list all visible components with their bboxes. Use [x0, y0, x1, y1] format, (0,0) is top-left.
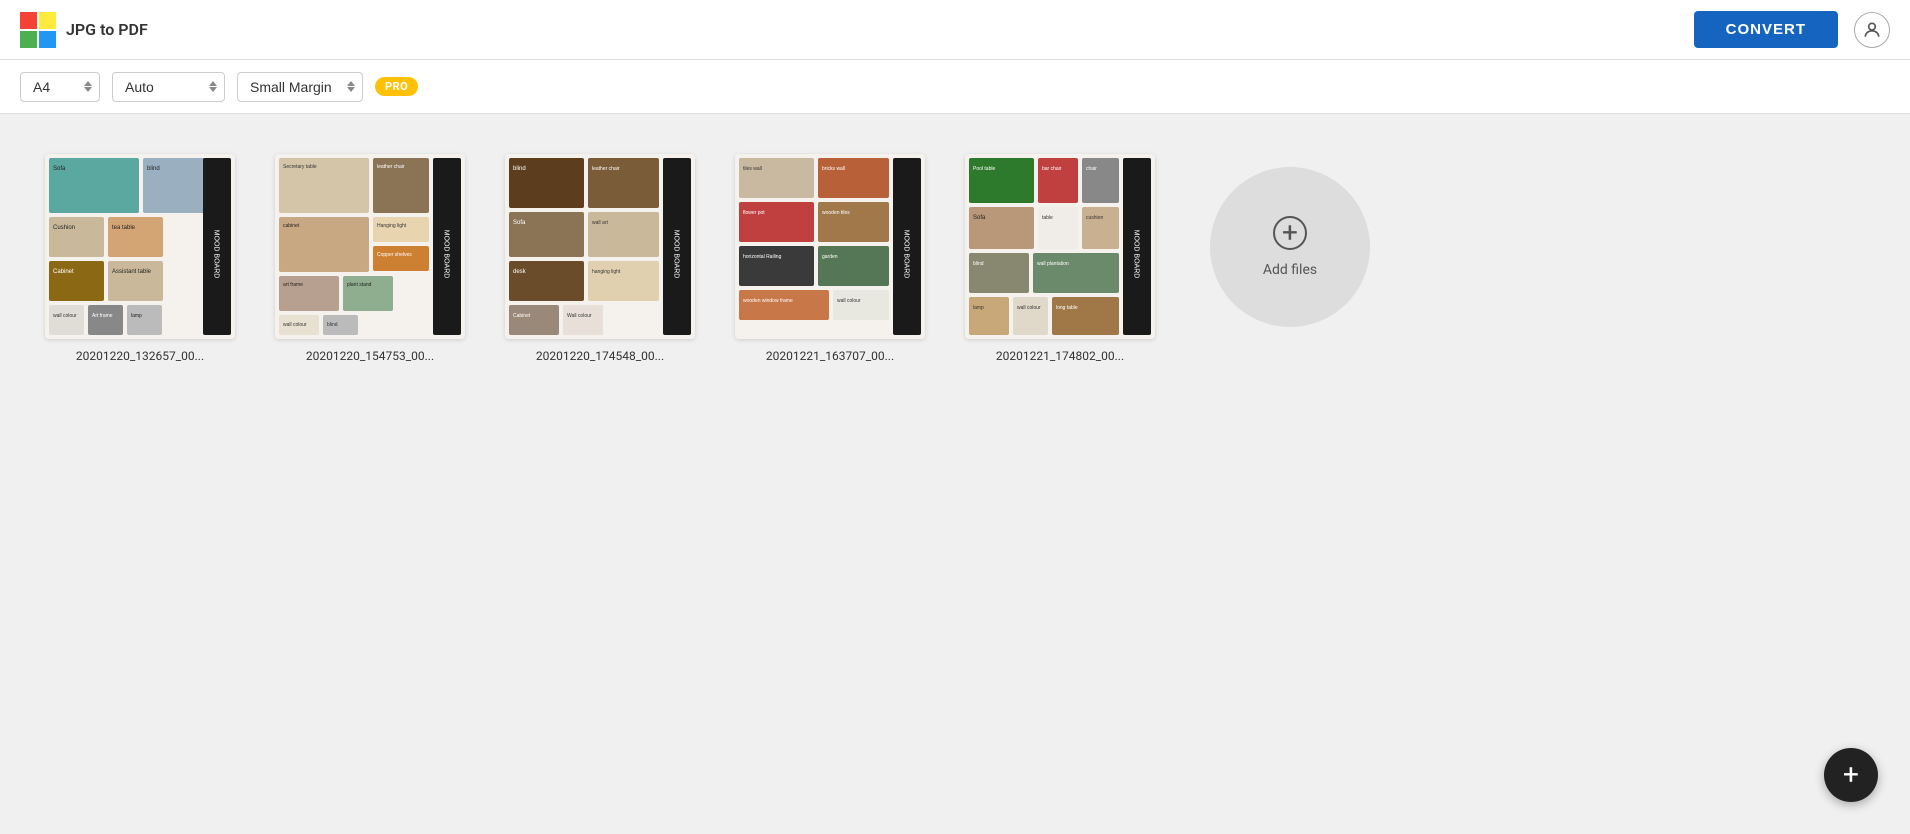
svg-text:wooden window frame: wooden window frame	[743, 298, 793, 304]
svg-text:wall plantation: wall plantation	[1037, 261, 1069, 267]
file-thumbnail: Sofa blind Cushion tea table MOOD BOARD …	[45, 154, 235, 339]
margin-select[interactable]: No Margin Small Margin Big Margin	[237, 72, 363, 102]
svg-text:tiles wall: tiles wall	[743, 166, 762, 172]
svg-text:leather chair: leather chair	[592, 166, 620, 172]
svg-text:bar chair: bar chair	[1042, 166, 1062, 172]
svg-text:wall colour: wall colour	[53, 313, 77, 319]
svg-text:blind: blind	[973, 261, 984, 267]
svg-text:Cushion: Cushion	[53, 225, 75, 231]
svg-text:wooden tiles: wooden tiles	[822, 210, 850, 216]
svg-text:Hanging light: Hanging light	[377, 223, 407, 229]
svg-text:Sofa: Sofa	[513, 220, 526, 226]
pro-badge: PRO	[375, 77, 418, 96]
file-card[interactable]: MOOD BOARD Secretary table leather chair…	[270, 154, 470, 363]
svg-text:art frame: art frame	[283, 282, 303, 288]
file-card[interactable]: Sofa blind Cushion tea table MOOD BOARD …	[40, 154, 240, 363]
svg-text:garden: garden	[822, 254, 838, 260]
paper-size-select[interactable]: A4 A3 Letter Legal	[20, 72, 100, 102]
svg-text:lamp: lamp	[973, 305, 984, 311]
svg-text:lamp: lamp	[131, 313, 142, 319]
svg-text:cabinet: cabinet	[283, 223, 300, 229]
svg-text:MOOD BOARD: MOOD BOARD	[1133, 230, 1140, 279]
svg-text:MOOD BOARD: MOOD BOARD	[903, 230, 910, 279]
file-thumbnail: MOOD BOARD blind leather chair Sofa wall…	[505, 154, 695, 339]
file-thumbnail: MOOD BOARD Pool table bar chair chair So…	[965, 154, 1155, 339]
svg-text:wall colour: wall colour	[837, 298, 861, 304]
file-card[interactable]: MOOD BOARD blind leather chair Sofa wall…	[500, 154, 700, 363]
margin-wrapper: No Margin Small Margin Big Margin	[237, 72, 363, 102]
svg-text:Cabinet: Cabinet	[53, 269, 74, 275]
svg-text:Cabinet: Cabinet	[513, 313, 531, 319]
file-grid: Sofa blind Cushion tea table MOOD BOARD …	[0, 114, 1910, 403]
paper-size-wrapper: A4 A3 Letter Legal	[20, 72, 100, 102]
svg-text:Secretary table: Secretary table	[283, 164, 317, 170]
header-actions: CONVERT	[1694, 11, 1890, 48]
convert-button[interactable]: CONVERT	[1694, 11, 1838, 48]
svg-text:horizontal Railing: horizontal Railing	[743, 254, 782, 260]
app-header: JPG to PDF CONVERT	[0, 0, 1910, 60]
orientation-select[interactable]: Auto Portrait Landscape	[112, 72, 225, 102]
svg-text:flower pot: flower pot	[743, 210, 765, 216]
add-files-circle: + Add files	[1210, 167, 1370, 327]
svg-text:plant stand: plant stand	[347, 282, 372, 288]
user-account-button[interactable]	[1854, 12, 1890, 48]
file-card[interactable]: MOOD BOARD Pool table bar chair chair So…	[960, 154, 1160, 363]
svg-text:wall art: wall art	[592, 220, 608, 226]
svg-text:blind: blind	[513, 166, 526, 172]
logo-area: JPG to PDF	[20, 12, 148, 48]
file-name: 20201220_154753_00...	[306, 349, 434, 363]
file-name: 20201221_163707_00...	[766, 349, 894, 363]
fab-add-button[interactable]: +	[1824, 748, 1878, 802]
file-name: 20201221_174802_00...	[996, 349, 1124, 363]
add-files-plus-icon: +	[1273, 216, 1307, 250]
svg-text:Assistant table: Assistant table	[112, 269, 152, 275]
svg-text:tea table: tea table	[112, 225, 136, 231]
svg-text:blind: blind	[327, 322, 338, 328]
svg-text:Pool table: Pool table	[973, 166, 995, 172]
svg-text:leather chair: leather chair	[377, 164, 405, 170]
svg-text:hanging light: hanging light	[592, 269, 621, 275]
svg-text:MOOD BOARD: MOOD BOARD	[213, 230, 220, 279]
person-icon	[1862, 20, 1882, 40]
svg-text:Sofa: Sofa	[973, 215, 986, 221]
svg-text:MOOD BOARD: MOOD BOARD	[673, 230, 680, 279]
file-card[interactable]: MOOD BOARD tiles wall bricks wall flower…	[730, 154, 930, 363]
svg-text:Art frame: Art frame	[92, 313, 113, 319]
add-files-label: Add files	[1263, 262, 1317, 278]
file-name: 20201220_132657_00...	[76, 349, 204, 363]
svg-text:table: table	[1042, 215, 1053, 221]
svg-text:blind: blind	[147, 166, 160, 172]
svg-text:bricks wall: bricks wall	[822, 166, 845, 172]
svg-text:wall colour: wall colour	[283, 322, 307, 328]
file-thumbnail: MOOD BOARD tiles wall bricks wall flower…	[735, 154, 925, 339]
add-files-card[interactable]: + Add files	[1190, 154, 1390, 339]
svg-text:chair: chair	[1086, 166, 1097, 172]
toolbar: A4 A3 Letter Legal Auto Portrait Landsca…	[0, 60, 1910, 114]
svg-text:desk: desk	[513, 269, 527, 275]
svg-text:Sofa: Sofa	[53, 166, 66, 172]
orientation-wrapper: Auto Portrait Landscape	[112, 72, 225, 102]
app-title: JPG to PDF	[66, 20, 148, 39]
svg-text:MOOD BOARD: MOOD BOARD	[443, 230, 450, 279]
file-thumbnail: MOOD BOARD Secretary table leather chair…	[275, 154, 465, 339]
svg-text:long table: long table	[1056, 305, 1078, 311]
fab-plus-icon: +	[1843, 761, 1859, 789]
svg-text:cushion: cushion	[1086, 215, 1103, 221]
file-name: 20201220_174548_00...	[536, 349, 664, 363]
app-logo-icon	[20, 12, 56, 48]
svg-text:wall colour: wall colour	[1017, 305, 1041, 311]
svg-text:Copper shelves: Copper shelves	[377, 252, 412, 258]
svg-text:Wall colour: Wall colour	[567, 313, 592, 319]
